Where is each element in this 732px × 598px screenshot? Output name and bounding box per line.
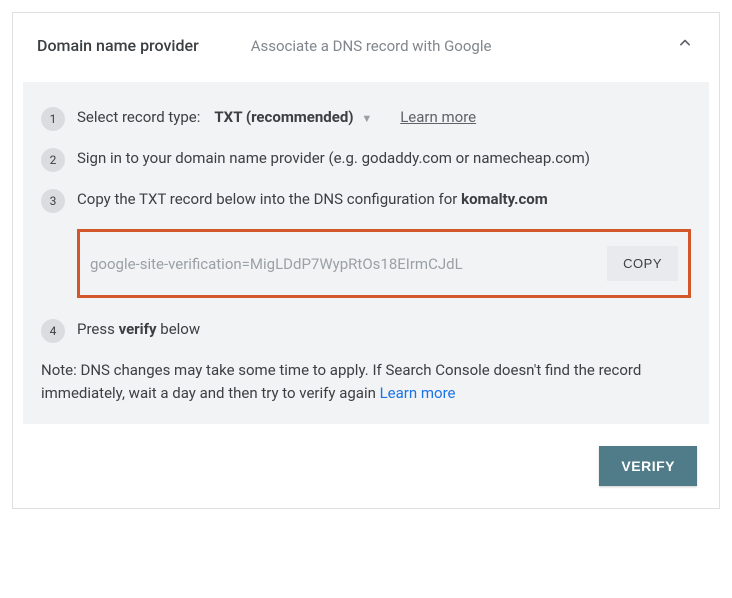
domain-name: komalty.com bbox=[461, 190, 548, 208]
instructions-panel: 1 Select record type: TXT (recommended) … bbox=[23, 82, 709, 424]
record-type-select[interactable]: TXT (recommended) ▼ bbox=[214, 106, 380, 129]
step-4-suffix: below bbox=[157, 320, 201, 338]
step-3-text-prefix: Copy the TXT record below into the DNS c… bbox=[77, 190, 461, 208]
caret-down-icon: ▼ bbox=[361, 112, 372, 125]
card-header[interactable]: Domain name provider Associate a DNS rec… bbox=[13, 13, 719, 74]
step-4: 4 Press verify below bbox=[41, 318, 691, 343]
txt-record-box: google-site-verification=MigLDdP7WypRtOs… bbox=[77, 229, 691, 298]
step-number-badge: 4 bbox=[41, 319, 65, 343]
header-subtitle: Associate a DNS record with Google bbox=[251, 37, 492, 55]
verification-card: Domain name provider Associate a DNS rec… bbox=[12, 12, 720, 509]
note-body: Note: DNS changes may take some time to … bbox=[41, 361, 641, 402]
learn-more-link[interactable]: Learn more bbox=[400, 106, 476, 129]
verify-button[interactable]: VERIFY bbox=[599, 446, 697, 486]
step-4-bold: verify bbox=[119, 320, 157, 338]
txt-record-value[interactable]: google-site-verification=MigLDdP7WypRtOs… bbox=[90, 255, 599, 273]
copy-button[interactable]: COPY bbox=[607, 246, 678, 281]
card-footer: VERIFY bbox=[13, 424, 719, 508]
step-1-label: Select record type: bbox=[77, 106, 200, 129]
step-2-text: Sign in to your domain name provider (e.… bbox=[77, 147, 691, 170]
step-3: 3 Copy the TXT record below into the DNS… bbox=[41, 188, 691, 298]
step-number-badge: 1 bbox=[41, 107, 65, 131]
step-number-badge: 2 bbox=[41, 148, 65, 172]
step-number-badge: 3 bbox=[41, 189, 65, 213]
record-type-value: TXT (recommended) bbox=[214, 108, 353, 126]
header-title: Domain name provider bbox=[37, 36, 199, 55]
step-2: 2 Sign in to your domain name provider (… bbox=[41, 147, 691, 172]
chevron-up-icon[interactable] bbox=[675, 33, 695, 58]
note-text: Note: DNS changes may take some time to … bbox=[41, 359, 691, 404]
step-4-prefix: Press bbox=[77, 320, 119, 338]
note-learn-more-link[interactable]: Learn more bbox=[380, 384, 456, 402]
step-1: 1 Select record type: TXT (recommended) … bbox=[41, 106, 691, 131]
